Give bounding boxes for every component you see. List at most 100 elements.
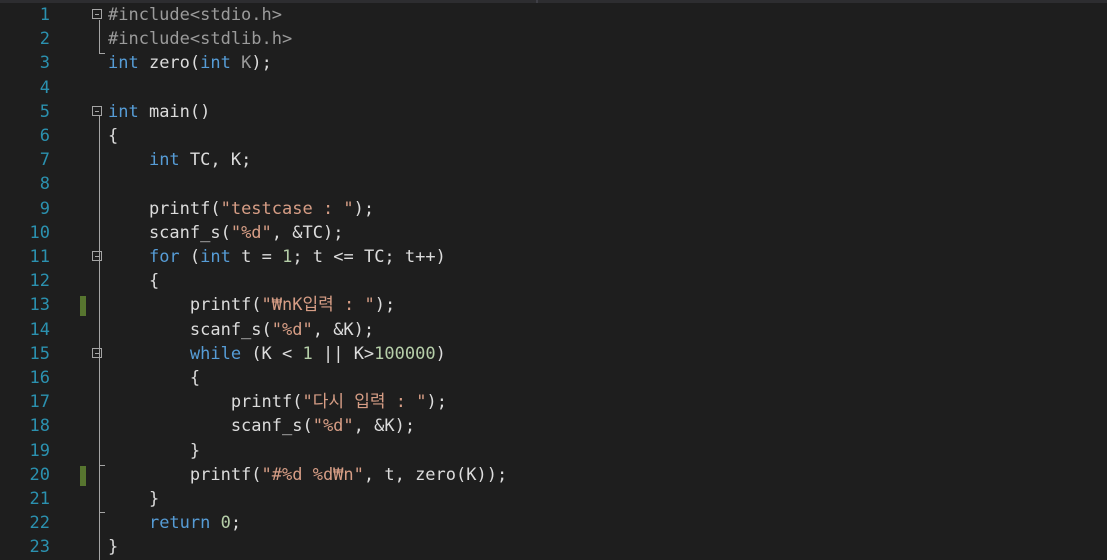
code-line[interactable]: 11 for (int t = 1; t <= TC; t++) [0,245,1107,269]
code-token: } [108,440,201,461]
code-token: scanf_s( [108,222,231,243]
code-token: TC, K; [179,150,252,171]
collapse-toggle-icon[interactable] [92,251,102,261]
line-number: 16 [29,368,50,388]
code-line[interactable]: 7 int TC, K; [0,148,1107,172]
code-line[interactable]: 4 [0,76,1107,100]
code-token: printf( [108,295,262,316]
code-line[interactable]: 21 } [0,487,1107,511]
code-token: int [148,150,180,171]
line-number: 21 [29,489,50,509]
line-number: 8 [39,174,50,195]
code-token: { [108,126,119,146]
code-text[interactable]: } [108,535,118,559]
code-token: 1 [302,343,313,364]
code-line[interactable]: 5 int main() [0,100,1107,124]
code-token: return [148,513,211,534]
code-text[interactable]: while (K < 1 || K>100000) [108,342,446,366]
code-line[interactable]: 3 int zero(int K); [0,51,1107,75]
code-line[interactable]: 18 scanf_s("%d", &K); [0,414,1107,438]
code-text[interactable]: printf("testcase : "); [108,197,374,221]
code-text[interactable]: { [108,269,159,293]
code-line[interactable]: 1 #include<stdio.h> [0,3,1107,27]
code-token: for [148,247,180,267]
code-text[interactable]: int zero(int K); [108,51,272,75]
code-text[interactable]: #include<stdlib.h> [108,27,292,51]
code-editor[interactable]: 1 #include<stdio.h> 2 #include<stdlib.h> 3 in… [0,3,1107,560]
code-line[interactable]: 23} [0,535,1107,559]
code-text[interactable]: } [108,487,159,511]
code-line[interactable]: 10 scanf_s("%d", &TC); [0,221,1107,245]
code-token: { [108,271,160,292]
code-line[interactable]: 6{ [0,124,1107,148]
collapse-toggle-icon[interactable] [92,347,102,358]
code-token: 1 [282,247,293,267]
code-token: ); [251,53,272,74]
code-line[interactable]: 20 printf("#%d %d₩n", t, zero(K)); [0,463,1107,487]
code-text[interactable]: printf("₩nK입력 : "); [108,293,395,317]
code-token: printf( [108,392,303,413]
code-token: printf( [108,464,262,485]
code-text[interactable]: { [108,366,200,390]
code-token: scanf_s( [108,416,313,437]
code-line[interactable]: 19 } [0,439,1107,463]
line-number: 19 [29,440,50,461]
code-line[interactable]: 15 while (K < 1 || K>100000) [0,342,1107,366]
code-token: scanf_s( [108,319,272,340]
line-number: 14 [29,319,50,340]
code-token: #include<stdlib.h> [108,29,293,50]
line-number: 12 [29,271,50,292]
code-token: , &TC); [271,222,344,243]
code-token: int [200,53,231,74]
code-text[interactable]: scanf_s("%d", &TC); [108,221,344,245]
code-token: ; t <= TC; t++) [292,247,446,267]
code-token: #include<stdio.h> [108,5,282,25]
code-token: ; [230,513,242,534]
code-token: (K < [241,343,303,364]
code-token: , t, zero(K)); [363,464,508,485]
code-token: "%d" [230,222,272,243]
code-text[interactable]: { [108,124,118,148]
code-line[interactable]: 2 #include<stdlib.h> [0,27,1107,51]
code-text[interactable]: #include<stdio.h> [108,3,282,27]
code-line[interactable]: 14 scanf_s("%d", &K); [0,318,1107,342]
code-token: "%d" [312,416,354,437]
line-number: 5 [39,101,50,122]
code-token: "%d" [271,319,313,340]
code-text[interactable]: printf("다시 입력 : "); [108,390,447,414]
code-text[interactable]: scanf_s("%d", &K); [108,414,415,438]
code-token: main() [138,101,211,122]
code-line[interactable]: 17 printf("다시 입력 : "); [0,390,1107,414]
code-token: ); [353,198,375,219]
collapse-toggle-icon[interactable] [92,9,102,19]
code-token: ) [435,343,446,364]
code-text[interactable]: int main() [108,100,210,124]
code-token: || K> [312,343,375,364]
code-line[interactable]: 16 { [0,366,1107,390]
line-number: 3 [39,53,50,74]
code-text[interactable]: int TC, K; [108,148,251,172]
code-text[interactable]: scanf_s("%d", &K); [108,318,374,342]
line-number: 17 [29,392,50,413]
code-token: int [108,53,139,74]
line-number: 20 [29,464,50,485]
code-line[interactable]: 22 return 0; [0,511,1107,535]
code-text[interactable]: } [108,439,200,463]
code-line[interactable]: 8 [0,172,1107,196]
code-line[interactable]: 9 printf("testcase : "); [0,197,1107,221]
code-token: int [108,101,139,122]
code-token: ( [179,247,201,267]
code-token: } [108,537,119,558]
line-number: 4 [39,77,50,98]
code-token: { [108,368,201,388]
code-line[interactable]: 13 printf("₩nK입력 : "); [0,293,1107,317]
code-text[interactable]: for (int t = 1; t <= TC; t++) [108,245,446,269]
code-text[interactable]: printf("#%d %d₩n", t, zero(K)); [108,463,507,487]
code-text[interactable]: return 0; [108,511,241,535]
code-line[interactable]: 12 { [0,269,1107,293]
collapse-toggle-icon[interactable] [92,105,102,116]
